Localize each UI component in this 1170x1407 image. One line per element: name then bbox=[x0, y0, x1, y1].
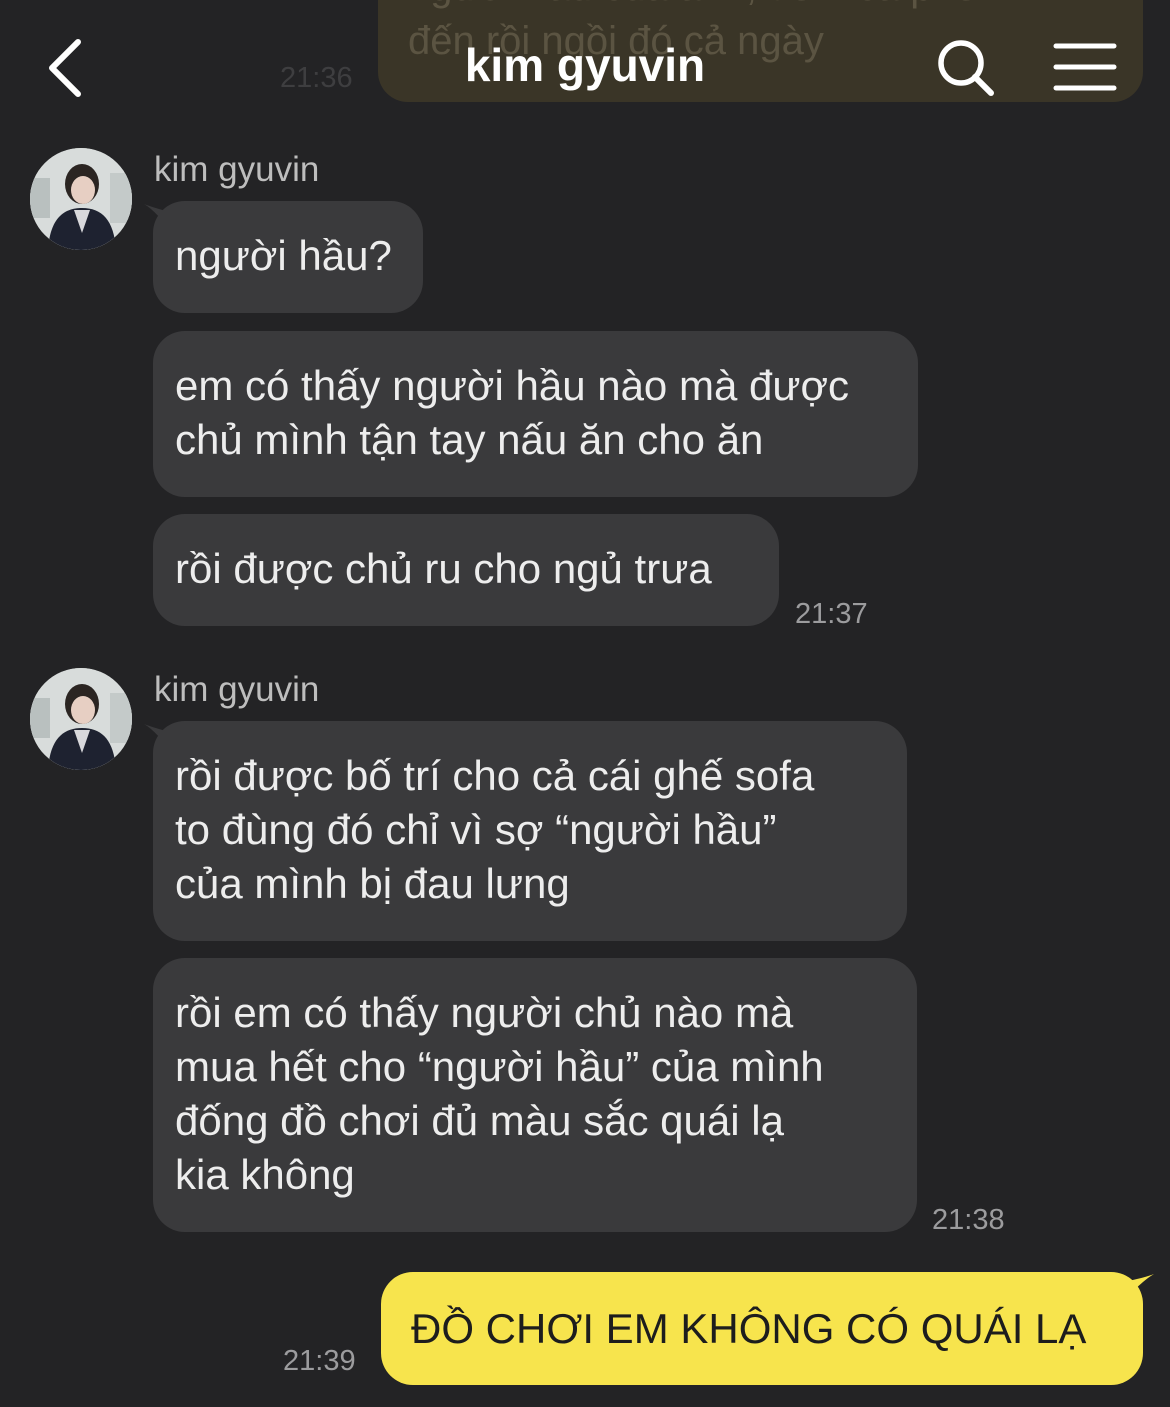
message-time: 21:38 bbox=[932, 1204, 1005, 1236]
message-line: đống đồ chơi đủ màu sắc quái lạ bbox=[175, 1097, 784, 1144]
message-line: em có thấy người hầu nào mà được bbox=[175, 362, 849, 409]
message-line: rồi được bố trí cho cả cái ghế sofa bbox=[175, 752, 815, 799]
chat-header: kim gyuvin bbox=[0, 0, 1170, 135]
avatar-photo bbox=[30, 668, 132, 770]
search-button[interactable] bbox=[934, 36, 998, 100]
message-line: của mình bị đau lưng bbox=[175, 860, 570, 907]
outgoing-message-time: 21:39 bbox=[283, 1345, 356, 1377]
message-line: mua hết cho “người hầu” của mình bbox=[175, 1043, 824, 1090]
message-line: chủ mình tận tay nấu ăn cho ăn bbox=[175, 416, 764, 463]
message-bubble[interactable]: người hầu? bbox=[153, 201, 423, 313]
avatar-photo bbox=[30, 148, 132, 250]
message-bubble[interactable]: rồi được chủ ru cho ngủ trưa bbox=[153, 514, 779, 626]
menu-icon bbox=[1053, 43, 1117, 91]
outgoing-message-bubble[interactable]: ĐỒ CHƠI EM KHÔNG CÓ QUÁI LẠ bbox=[381, 1272, 1143, 1385]
outgoing-message-text: ĐỒ CHƠI EM KHÔNG CÓ QUÁI LẠ bbox=[411, 1305, 1087, 1352]
message-line: rồi được chủ ru cho ngủ trưa bbox=[175, 545, 712, 592]
sender-name: kim gyuvin bbox=[154, 670, 320, 709]
avatar[interactable] bbox=[30, 148, 132, 250]
message-time: 21:37 bbox=[795, 598, 868, 630]
message-line: to đùng đó chỉ vì sợ “người hầu” bbox=[175, 806, 777, 853]
sender-name: kim gyuvin bbox=[154, 150, 320, 189]
avatar[interactable] bbox=[30, 668, 132, 770]
menu-button[interactable] bbox=[1052, 40, 1118, 96]
message-line: người hầu? bbox=[175, 232, 392, 279]
message-bubble[interactable]: rồi được bố trí cho cả cái ghế sofa to đ… bbox=[153, 721, 907, 941]
message-line: rồi em có thấy người chủ nào mà bbox=[175, 989, 794, 1036]
message-bubble[interactable]: em có thấy người hầu nào mà được chủ mìn… bbox=[153, 331, 918, 497]
message-bubble[interactable]: rồi em có thấy người chủ nào mà mua hết … bbox=[153, 958, 917, 1232]
message-line: kia không bbox=[175, 1151, 355, 1198]
search-icon bbox=[938, 40, 994, 96]
